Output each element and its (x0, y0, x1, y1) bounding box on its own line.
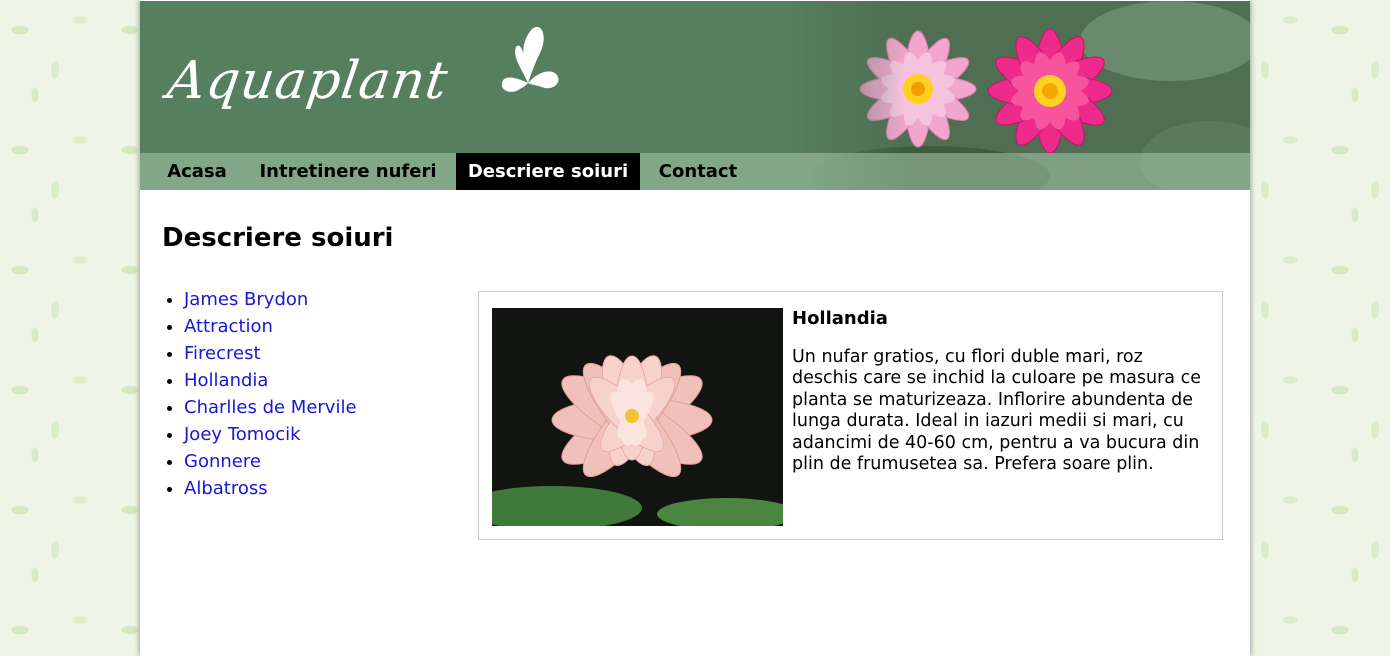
list-item: Attraction (184, 313, 357, 340)
list-item: Hollandia (184, 367, 357, 394)
list-item: Joey Tomocik (184, 421, 357, 448)
site-header: Aquaplant Acasa Intretinere nuferi Descr… (140, 1, 1250, 190)
variety-link-james-brydon[interactable]: James Brydon (184, 289, 308, 310)
main-nav: Acasa Intretinere nuferi Descriere soiur… (140, 153, 1250, 190)
nav-item-intretinere-nuferi[interactable]: Intretinere nuferi (250, 153, 446, 190)
variety-link-albatross[interactable]: Albatross (184, 478, 268, 499)
list-item: James Brydon (184, 286, 357, 313)
page-title: Descriere soiuri (162, 223, 394, 253)
variety-link-hollandia[interactable]: Hollandia (184, 370, 268, 391)
variety-link-charlles-de-mervile[interactable]: Charlles de Mervile (184, 397, 357, 418)
variety-link-gonnere[interactable]: Gonnere (184, 451, 261, 472)
variety-link-firecrest[interactable]: Firecrest (184, 343, 261, 364)
list-item: Firecrest (184, 340, 357, 367)
variety-list: James Brydon Attraction Firecrest Hollan… (162, 286, 357, 502)
list-item: Albatross (184, 475, 357, 502)
variety-link-attraction[interactable]: Attraction (184, 316, 273, 337)
nav-item-contact[interactable]: Contact (648, 153, 748, 190)
variety-detail-card: Hollandia Un nufar gratios, cu flori dub… (478, 291, 1223, 540)
butterfly-icon (501, 26, 559, 92)
site-logo[interactable]: Aquaplant (164, 51, 452, 111)
water-lily-image (492, 308, 783, 526)
variety-name: Hollandia (792, 308, 888, 329)
variety-description: Un nufar gratios, cu flori duble mari, r… (792, 347, 1201, 475)
nav-item-descriere-soiuri[interactable]: Descriere soiuri (456, 153, 640, 190)
list-item: Charlles de Mervile (184, 394, 357, 421)
nav-item-acasa[interactable]: Acasa (154, 153, 240, 190)
variety-link-joey-tomocik[interactable]: Joey Tomocik (184, 424, 301, 445)
list-item: Gonnere (184, 448, 357, 475)
page-container: Aquaplant Acasa Intretinere nuferi Descr… (140, 0, 1250, 656)
